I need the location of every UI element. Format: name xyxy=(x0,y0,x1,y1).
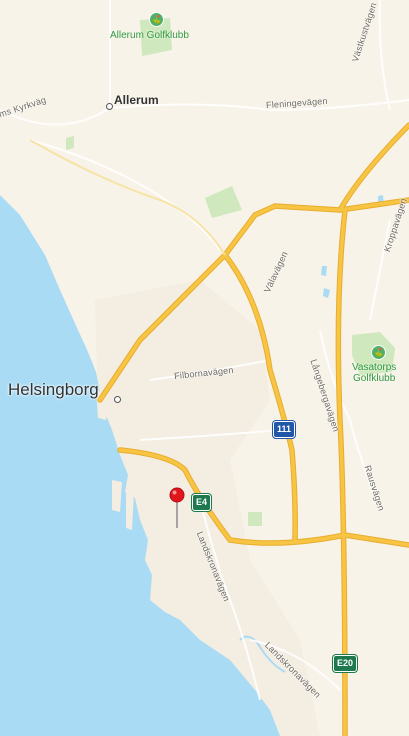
park-area xyxy=(205,186,242,218)
poi-vasatorps-golfklubb[interactable]: Vasatorps Golfklubb xyxy=(352,362,396,384)
park-area xyxy=(248,512,262,526)
town-dot-icon xyxy=(106,103,113,110)
poi-label-line: Vasatorps xyxy=(352,362,397,373)
poi-label-line: Golfklubb xyxy=(353,373,396,384)
place-helsingborg: Helsingborg xyxy=(8,380,99,399)
route-shield-e20: E20 xyxy=(333,655,358,672)
town-dot-icon xyxy=(114,396,121,403)
map-canvas[interactable]: Allerum Helsingborg ⛳ Allerum Golfklubb … xyxy=(0,0,409,736)
park-area xyxy=(66,136,74,150)
route-shield-111: 111 xyxy=(273,421,296,438)
golf-icon[interactable]: ⛳ xyxy=(371,345,386,360)
golf-icon[interactable]: ⛳ xyxy=(149,12,164,27)
map-pin-icon[interactable] xyxy=(169,487,185,529)
route-shield-e4: E4 xyxy=(192,494,212,511)
poi-allerum-golfklubb[interactable]: Allerum Golfklubb xyxy=(110,30,189,41)
place-allerum: Allerum xyxy=(114,93,159,107)
